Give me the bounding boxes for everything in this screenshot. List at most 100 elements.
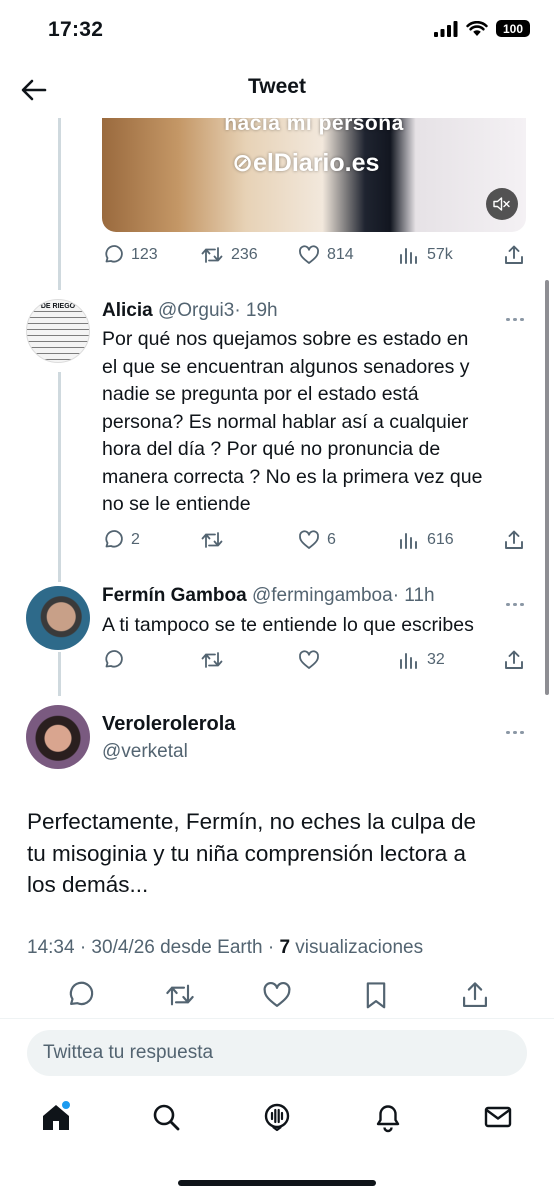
retweet-icon xyxy=(166,984,194,1006)
share-button[interactable] xyxy=(503,529,525,551)
retweet-count: 236 xyxy=(231,246,258,263)
more-options-button[interactable] xyxy=(506,721,528,734)
share-icon xyxy=(505,530,523,549)
share-button[interactable] xyxy=(460,980,490,1010)
views-button[interactable]: 616 xyxy=(398,529,454,551)
reply-placeholder: Twittea tu respuesta xyxy=(43,1042,214,1063)
reply-count: 123 xyxy=(131,246,158,263)
reply-icon xyxy=(105,245,123,263)
retweet-button[interactable] xyxy=(164,980,194,1010)
share-icon xyxy=(463,982,487,1007)
scrollbar[interactable] xyxy=(545,280,549,695)
like-button[interactable]: 814 xyxy=(298,244,354,266)
divider xyxy=(0,1018,554,1019)
reply-input[interactable]: Twittea tu respuesta xyxy=(27,1030,527,1076)
retweet-button[interactable]: 236 xyxy=(200,244,258,266)
like-button[interactable]: 6 xyxy=(298,529,336,551)
video-caption: hacia mi persona xyxy=(224,118,404,135)
tweet-text: A ti tampoco se te entiende lo que escri… xyxy=(102,612,532,640)
author-handle[interactable]: @fermingamboa xyxy=(252,585,393,606)
tab-search[interactable] xyxy=(150,1101,184,1135)
author-handle[interactable]: @Orgui3 xyxy=(158,300,234,321)
search-icon xyxy=(153,1104,180,1131)
reply-button[interactable] xyxy=(65,980,95,1010)
reply-button[interactable] xyxy=(102,649,124,671)
retweet-icon xyxy=(201,247,223,263)
like-count: 6 xyxy=(327,531,336,548)
tweet-timestamp: 14:34 · 30/4/26 desde Earth · xyxy=(27,937,280,958)
avatar[interactable]: DE RIEGO xyxy=(26,299,90,363)
views-button[interactable]: 57k xyxy=(398,244,453,266)
tweet-actions: 32 xyxy=(102,649,526,675)
retweet-button[interactable] xyxy=(200,529,224,551)
tweet-text-line: los demás... xyxy=(27,872,149,897)
views-count: 616 xyxy=(427,531,454,548)
speaker-muted-icon xyxy=(493,197,510,211)
reply-button[interactable]: 123 xyxy=(102,244,158,266)
share-button[interactable] xyxy=(503,244,525,266)
tweet-meta: 14:34 · 30/4/26 desde Earth · 7 visualiz… xyxy=(27,937,423,959)
tweet-actions: 2 6 616 xyxy=(102,529,526,555)
wifi-icon xyxy=(466,20,488,36)
tweet-time: · 11h xyxy=(392,585,435,606)
author-name[interactable]: Alicia xyxy=(102,300,153,321)
reply-icon xyxy=(105,650,123,668)
tweet-text-line: tu misoginia y tu niña comprensión lecto… xyxy=(27,840,466,866)
reply-count: 2 xyxy=(131,531,140,548)
thread-line xyxy=(58,372,61,582)
reply-button[interactable]: 2 xyxy=(102,529,140,551)
tweet-text: Perfectamente, Fermín, no eches la culpa… xyxy=(27,806,527,901)
tweet-text-line: persona? Es normal hablar así a cualquie… xyxy=(102,410,469,433)
tweet-header: Fermín Gamboa @fermingamboa· 11h xyxy=(102,585,435,607)
home-indicator xyxy=(178,1180,376,1186)
author-name[interactable]: Verolerolerola xyxy=(102,713,235,736)
views-icon xyxy=(400,653,417,669)
avatar[interactable] xyxy=(26,705,90,769)
views-icon xyxy=(400,533,417,549)
page-title: Tweet xyxy=(248,75,306,98)
heart-icon xyxy=(263,981,291,1007)
heart-icon xyxy=(299,245,319,264)
more-options-button[interactable] xyxy=(506,308,528,321)
author-handle[interactable]: @verketal xyxy=(102,741,188,763)
views-count: 32 xyxy=(427,651,445,668)
retweet-icon xyxy=(201,652,223,668)
tweet-actions: 123 236 814 57k xyxy=(102,244,526,270)
more-options-button[interactable] xyxy=(506,593,528,606)
mute-button[interactable] xyxy=(486,188,518,220)
views-button[interactable]: 32 xyxy=(398,649,445,671)
avatar-text: DE RIEGO xyxy=(27,303,89,310)
like-button[interactable] xyxy=(298,649,320,671)
author-name[interactable]: Fermín Gamboa xyxy=(102,585,247,606)
battery-icon: 100 xyxy=(496,20,530,37)
video-player[interactable]: hacia mi persona ⊘elDiario.es xyxy=(102,118,526,232)
bookmark-button[interactable] xyxy=(361,980,391,1010)
tweet-text-line: hora del día ? Por qué no pronuncia de xyxy=(102,438,441,460)
bookmark-icon xyxy=(366,982,386,1009)
tweet-text-line: Perfectamente, Fermín, no eches la culpa… xyxy=(27,809,476,834)
main-tweet-actions xyxy=(27,980,527,1012)
share-button[interactable] xyxy=(503,649,525,671)
share-icon xyxy=(505,245,523,264)
heart-icon xyxy=(299,530,319,549)
avatar[interactable] xyxy=(26,586,90,650)
views-count: 57k xyxy=(427,246,453,263)
reply-icon xyxy=(69,981,94,1006)
retweet-icon xyxy=(201,532,223,548)
video-watermark-logo: ⊘elDiario.es xyxy=(232,149,380,177)
tab-notifications[interactable] xyxy=(372,1101,406,1135)
notification-dot xyxy=(61,1100,71,1110)
signal-icon xyxy=(434,20,458,37)
views-label: visualizaciones xyxy=(290,937,424,958)
retweet-button[interactable] xyxy=(200,649,224,671)
like-button[interactable] xyxy=(262,980,292,1010)
views-count[interactable]: 7 xyxy=(279,937,290,958)
tweet-text-line: no se le entiende xyxy=(102,493,251,515)
heart-icon xyxy=(299,650,319,669)
tab-messages[interactable] xyxy=(482,1101,516,1135)
views-icon xyxy=(400,248,417,264)
tweet-text-line: nadie se pregunta por el estado está xyxy=(102,383,419,405)
messages-icon xyxy=(484,1106,512,1128)
share-icon xyxy=(505,650,523,669)
tab-spaces[interactable] xyxy=(261,1101,295,1135)
